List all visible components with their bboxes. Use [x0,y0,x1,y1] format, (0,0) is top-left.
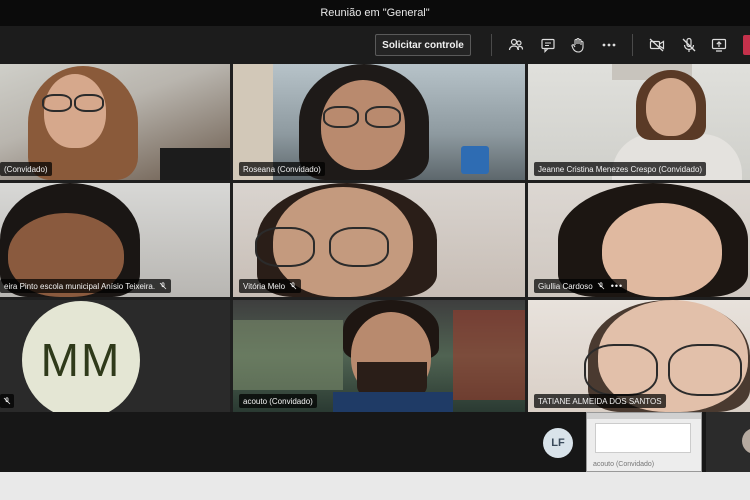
video-tile[interactable]: TATIANE ALMEIDA DOS SANTOS [528,300,750,412]
mic-off-icon[interactable] [679,35,699,55]
participant-video [742,428,750,454]
screen-share-thumbnail[interactable]: acouto (Convidado) [586,412,702,472]
participant-video [323,106,359,128]
participant-video [461,146,489,174]
request-control-button[interactable]: Solicitar controle [375,34,471,56]
video-tile[interactable]: Vitória Melo [233,183,525,297]
participant-video [646,78,696,136]
mic-off-icon [289,282,297,290]
participant-video [668,344,742,396]
participant-video [584,344,658,396]
shared-document [595,423,691,453]
participant-video [255,227,315,267]
participant-video [74,94,104,112]
video-tile[interactable]: Roseana (Convidado) [233,64,525,180]
mic-off-icon [159,282,167,290]
toolbar-divider [632,34,633,56]
avatar[interactable]: LF [543,428,573,458]
participant-name-tag: acouto (Convidado) [239,394,317,408]
participant-name-tag: Vitória Melo [239,279,302,293]
mic-off-icon [3,397,11,405]
participant-name-tag: TATIANE ALMEIDA DOS SANTOS [534,394,666,408]
avatar: MM [22,301,140,412]
participant-name-tag: Roseana (Convidado) [239,162,325,176]
request-control-label: Solicitar controle [382,39,464,51]
video-tile[interactable]: Giullia Cardoso ••• [528,183,750,297]
video-tile[interactable]: MM [0,300,230,412]
participant-name-tag: Giullia Cardoso ••• [534,279,628,293]
participant-video [329,227,389,267]
camera-off-icon[interactable] [647,35,667,55]
participant-video [233,320,343,390]
participant-name-tag: (Convidado) [0,162,52,176]
video-grid: (Convidado) Roseana (Convidado) Jeanne C… [0,64,750,412]
title-bar: Reunião em "General" [0,0,750,26]
participant-video [333,392,453,412]
video-tile[interactable]: (Convidado) [0,64,230,180]
teams-meeting-window: Reunião em "General" Solicitar controle [0,0,750,500]
screen-share-label: acouto (Convidado) [593,461,655,468]
chat-icon[interactable] [538,35,558,55]
video-tile[interactable]: Jeanne Cristina Menezes Crespo (Convidad… [528,64,750,180]
video-thumbnail[interactable] [706,412,750,472]
more-options-icon[interactable] [599,35,619,55]
video-tile[interactable]: eira Pinto escola municipal Anísio Teixe… [0,183,230,297]
video-tile[interactable]: acouto (Convidado) [233,300,525,412]
participant-strip: LF acouto (Convidado) [0,412,750,472]
toolbar-divider [491,34,492,56]
share-screen-icon[interactable] [709,35,729,55]
participant-video [365,106,401,128]
participant-name-tag: Jeanne Cristina Menezes Crespo (Convidad… [534,162,707,176]
hang-up-button[interactable] [743,35,750,55]
participant-video [160,148,230,180]
raise-hand-icon[interactable] [568,35,588,55]
participant-name-tag: eira Pinto escola municipal Anísio Teixe… [0,279,172,293]
participant-video [453,310,525,400]
participants-icon[interactable] [506,35,526,55]
window-footer [0,472,750,500]
mic-off-icon [597,282,604,290]
meeting-toolbar: Solicitar controle [0,26,750,64]
participant-name-tag [0,394,14,408]
tile-more-options[interactable]: ••• [611,281,623,291]
participant-video [42,94,72,112]
window-title: Reunião em "General" [320,7,430,19]
screen-share-toolbar [587,413,701,419]
